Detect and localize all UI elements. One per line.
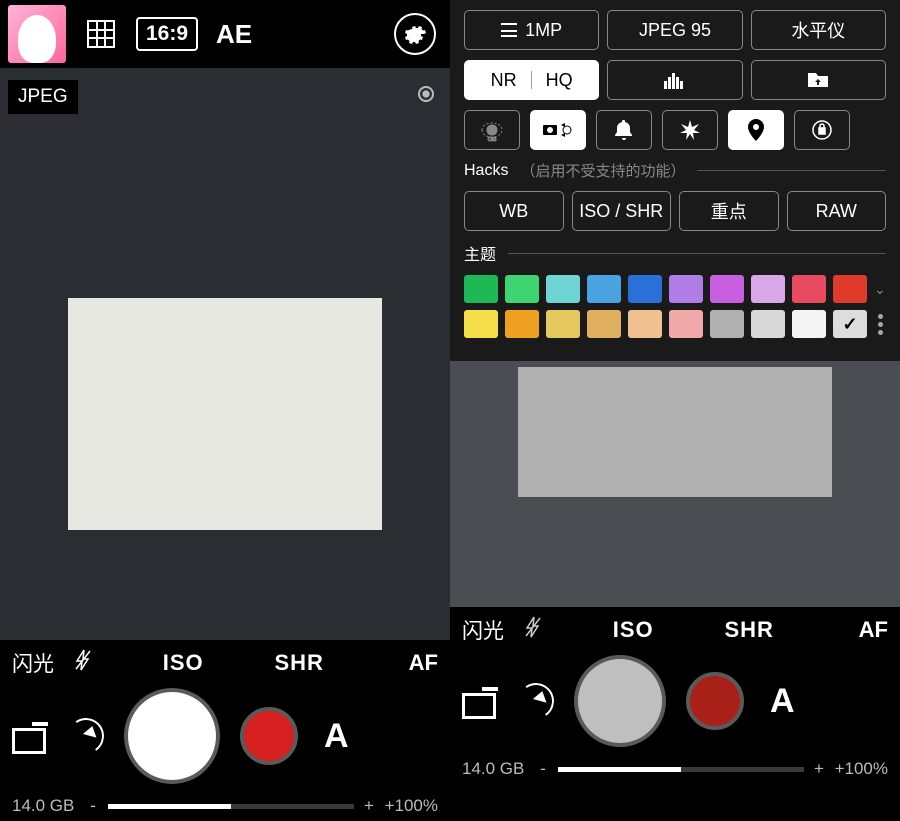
bottom-controls: 闪光 ISO SHR AF A 14.0 GB - + +100% [0, 640, 450, 821]
focus-hack-button[interactable]: 重点 [679, 191, 779, 231]
camera-sound-button[interactable] [530, 110, 586, 150]
grid-icon[interactable] [84, 19, 118, 49]
jpeg-quality-button[interactable]: JPEG 95 [607, 10, 742, 50]
preview-frame [68, 298, 382, 530]
theme-title: 主题 [464, 241, 496, 265]
theme-swatch[interactable] [587, 275, 621, 303]
format-badge: JPEG [8, 80, 78, 114]
theme-swatch[interactable] [751, 275, 785, 303]
settings-panel: 1MP JPEG 95 水平仪 NR HQ OIS [450, 0, 900, 361]
theme-swatch[interactable] [669, 310, 703, 338]
theme-swatch[interactable] [464, 275, 498, 303]
swatch-row-1: ⌄ [464, 275, 886, 303]
save-location-button[interactable] [751, 60, 886, 100]
storage-remaining: 14.0 GB [12, 796, 84, 816]
divider [531, 71, 532, 89]
left-screen: 16:9 AE JPEG 闪光 ISO SHR AF A [0, 0, 450, 821]
aspect-ratio-button[interactable]: 16:9 [136, 17, 198, 51]
zoom-minus-button[interactable]: - [534, 759, 552, 779]
theme-swatch[interactable] [628, 310, 662, 338]
theme-swatch[interactable] [628, 275, 662, 303]
zoom-slider[interactable] [558, 767, 804, 772]
hacks-section-header: Hacks （启用不受支持的功能） [464, 160, 886, 181]
theme-swatch[interactable] [792, 310, 826, 338]
theme-swatch[interactable] [751, 310, 785, 338]
svg-text:OIS: OIS [488, 137, 497, 142]
zoom-percent: +100% [828, 759, 888, 779]
hacks-title: Hacks [464, 162, 508, 180]
theme-swatch[interactable] [710, 310, 744, 338]
swatch-row-2 [464, 310, 886, 338]
zoom-slider[interactable] [108, 804, 354, 809]
iso-shr-hack-button[interactable]: ISO / SHR [572, 191, 672, 231]
level-button[interactable]: 水平仪 [751, 10, 886, 50]
settings-gear-icon[interactable] [394, 13, 436, 55]
menu-icon [501, 23, 517, 37]
geotag-button[interactable] [728, 110, 784, 150]
theme-swatch[interactable] [464, 310, 498, 338]
gallery-thumbnail[interactable] [8, 5, 66, 63]
zoom-plus-button[interactable]: + [810, 759, 828, 779]
theme-swatch[interactable] [587, 310, 621, 338]
theme-swatch[interactable] [710, 275, 744, 303]
theme-section-header: 主题 [464, 241, 886, 265]
top-toolbar: 16:9 AE [0, 0, 450, 68]
more-dots-icon[interactable] [878, 314, 886, 335]
theme-swatch[interactable] [546, 310, 580, 338]
camera-preview-area[interactable]: JPEG [0, 68, 450, 640]
histogram-button[interactable] [607, 60, 742, 100]
nr-hq-button[interactable]: NR HQ [464, 60, 599, 100]
right-bottom-controls: 闪光 ISO SHR AF A 14.0 GB - + +100% [450, 607, 900, 788]
nr-label: NR [491, 70, 517, 91]
zoom-minus-button[interactable]: - [84, 796, 102, 816]
ae-button[interactable]: AE [216, 19, 252, 50]
level-indicator-icon [418, 86, 434, 102]
display-mode-icon[interactable] [12, 722, 48, 750]
chevron-down-icon[interactable]: ⌄ [874, 281, 886, 298]
right-preview-frame [518, 367, 832, 497]
flash-off-icon[interactable] [524, 616, 542, 644]
hacks-subtitle: （启用不受支持的功能） [520, 160, 685, 181]
theme-swatch-selected[interactable] [833, 310, 867, 338]
autofocus-button[interactable]: AF [409, 650, 438, 676]
flash-off-icon[interactable] [74, 649, 92, 677]
autofocus-button[interactable]: AF [859, 617, 888, 643]
record-button[interactable] [240, 707, 298, 765]
iso-button[interactable]: ISO [613, 617, 654, 643]
shutter-button[interactable] [574, 655, 666, 747]
flash-label[interactable]: 闪光 [462, 615, 504, 645]
theme-swatch[interactable] [505, 310, 539, 338]
hq-label: HQ [546, 70, 573, 91]
zoom-plus-button[interactable]: + [360, 796, 378, 816]
right-preview-area[interactable] [450, 361, 900, 607]
theme-swatch[interactable] [505, 275, 539, 303]
theme-swatch[interactable] [833, 275, 867, 303]
rotation-lock-button[interactable] [794, 110, 850, 150]
stabilization-button[interactable]: OIS [464, 110, 520, 150]
burst-button[interactable] [662, 110, 718, 150]
right-screen: 1MP JPEG 95 水平仪 NR HQ OIS [450, 0, 900, 821]
self-timer-icon[interactable] [518, 683, 554, 719]
resolution-value: 1MP [525, 20, 562, 41]
flash-label[interactable]: 闪光 [12, 648, 54, 678]
mode-auto-button[interactable]: A [324, 717, 349, 756]
shutter-button[interactable] [124, 688, 220, 784]
display-mode-icon[interactable] [462, 687, 498, 715]
shutter-speed-button[interactable]: SHR [274, 650, 323, 676]
theme-swatch[interactable] [546, 275, 580, 303]
theme-swatch[interactable] [792, 275, 826, 303]
shutter-speed-button[interactable]: SHR [724, 617, 773, 643]
resolution-button[interactable]: 1MP [464, 10, 599, 50]
theme-swatch[interactable] [669, 275, 703, 303]
self-timer-icon[interactable] [68, 718, 104, 754]
raw-hack-button[interactable]: RAW [787, 191, 887, 231]
iso-button[interactable]: ISO [163, 650, 204, 676]
storage-remaining: 14.0 GB [462, 759, 534, 779]
wb-hack-button[interactable]: WB [464, 191, 564, 231]
notification-button[interactable] [596, 110, 652, 150]
mode-auto-button[interactable]: A [770, 682, 795, 721]
zoom-percent: +100% [378, 796, 438, 816]
record-button[interactable] [686, 672, 744, 730]
